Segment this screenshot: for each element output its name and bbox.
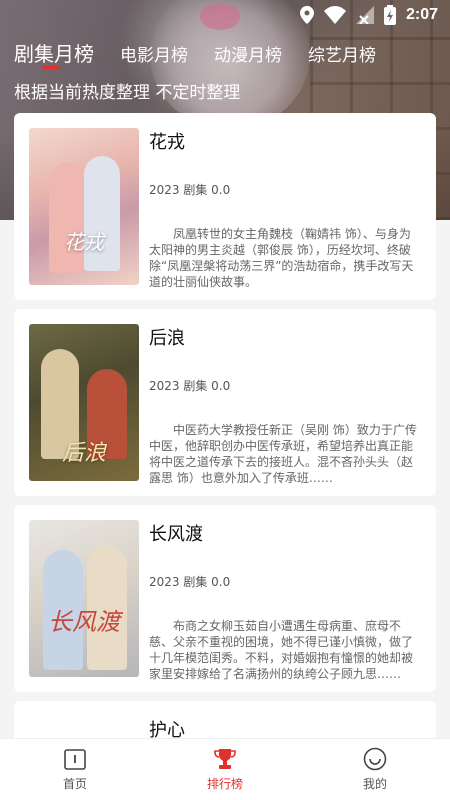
poster-title: 花戎 xyxy=(64,230,104,254)
tab-variety-monthly[interactable]: 综艺月榜 xyxy=(308,41,376,66)
item-description: 中医药大学教授任新正（吴刚 饰）致力于广传中医，他辞职创办中医传承班，希望培养出… xyxy=(149,423,417,485)
nav-label: 我的 xyxy=(362,777,387,791)
item-info: 后浪 2023 剧集 0.0 中医药大学教授任新正（吴刚 饰）致力于广传中医，他… xyxy=(149,324,421,485)
nav-mine[interactable]: 我的 xyxy=(300,739,450,800)
home-icon xyxy=(64,749,86,770)
nav-ranking[interactable]: 排行榜 xyxy=(150,739,300,800)
smiley-icon xyxy=(363,747,387,771)
ranking-subtitle: 根据当前热度整理 不定时整理 xyxy=(14,83,241,103)
poster-image: 后浪 xyxy=(29,324,139,481)
item-info: 花戎 2023 剧集 0.0 凤凰转世的女主角魏枝（鞠婧祎 饰）、与身为太阳神的… xyxy=(149,128,421,289)
tab-active-indicator xyxy=(42,66,60,69)
status-time: 2:07 xyxy=(405,6,438,23)
item-description: 凤凰转世的女主角魏枝（鞠婧祎 饰）、与身为太阳神的男主炎越（郭俊辰 饰），历经坎… xyxy=(149,227,414,289)
item-meta: 2023 剧集 0.0 xyxy=(149,183,231,197)
poster-image: 长风渡 xyxy=(29,520,139,677)
trophy-icon xyxy=(214,749,236,769)
nav-label: 排行榜 xyxy=(206,777,243,791)
item-meta: 2023 剧集 0.0 xyxy=(149,379,231,393)
tab-label: 动漫月榜 xyxy=(214,46,282,66)
item-meta: 2023 剧集 0.0 xyxy=(149,575,231,589)
status-bar: 2:07 xyxy=(0,0,450,30)
item-info: 长风渡 2023 剧集 0.0 布商之女柳玉茹自小遭遇生母病重、庶母不慈、父亲不… xyxy=(149,520,421,681)
ranking-list: 花戎 花戎 2023 剧集 0.0 凤凰转世的女主角魏枝（鞠婧祎 饰）、与身为太… xyxy=(14,113,436,761)
list-item[interactable]: 花戎 花戎 2023 剧集 0.0 凤凰转世的女主角魏枝（鞠婧祎 饰）、与身为太… xyxy=(14,113,436,300)
tab-label: 剧集月榜 xyxy=(14,42,94,66)
item-title: 长风渡 xyxy=(149,524,203,545)
tab-drama-monthly[interactable]: 剧集月榜 xyxy=(14,38,94,69)
nav-home[interactable]: 首页 xyxy=(0,739,150,800)
battery-icon xyxy=(383,5,396,25)
poster-title: 长风渡 xyxy=(48,608,120,636)
item-title: 后浪 xyxy=(149,328,185,349)
list-item[interactable]: 长风渡 长风渡 2023 剧集 0.0 布商之女柳玉茹自小遭遇生母病重、庶母不慈… xyxy=(14,505,436,692)
tab-label: 综艺月榜 xyxy=(308,46,376,66)
wifi-icon xyxy=(323,6,346,24)
ranking-tabs: 剧集月榜 电影月榜 动漫月榜 综艺月榜 xyxy=(14,38,376,69)
poster-image: 花戎 xyxy=(29,128,139,285)
nav-label: 首页 xyxy=(62,777,87,791)
tab-anime-monthly[interactable]: 动漫月榜 xyxy=(214,41,282,66)
signal-icon xyxy=(355,6,374,24)
item-description: 布商之女柳玉茹自小遭遇生母病重、庶母不慈、父亲不重视的困境，她不得已谨小慎微，做… xyxy=(149,619,414,681)
location-icon xyxy=(299,6,314,24)
bottom-nav: 首页 排行榜 我的 xyxy=(0,738,450,800)
poster-title: 后浪 xyxy=(61,441,106,466)
item-title: 花戎 xyxy=(149,132,185,153)
tab-label: 电影月榜 xyxy=(120,46,188,66)
list-item[interactable]: 后浪 后浪 2023 剧集 0.0 中医药大学教授任新正（吴刚 饰）致力于广传中… xyxy=(14,309,436,496)
tab-movie-monthly[interactable]: 电影月榜 xyxy=(120,41,188,66)
